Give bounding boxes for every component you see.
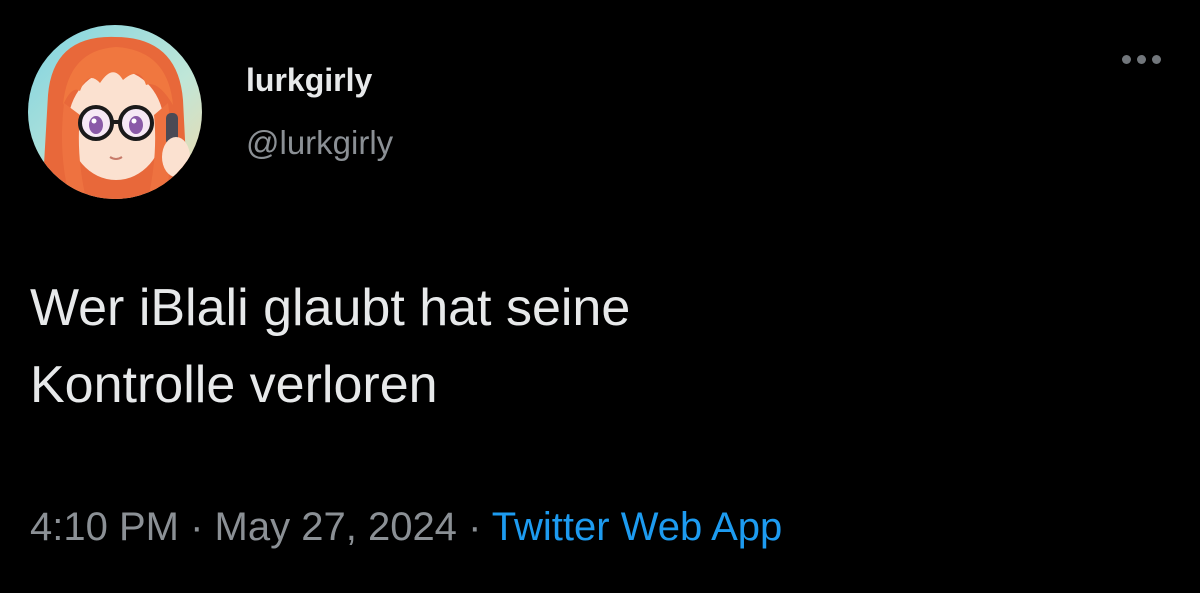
tweet-text: Wer iBlali glaubt hat seine Kontrolle ve… bbox=[30, 270, 1130, 424]
more-options-button[interactable] bbox=[1116, 44, 1166, 74]
tweet-text-line: Wer iBlali glaubt hat seine bbox=[30, 279, 631, 337]
tweet-time[interactable]: 4:10 PM bbox=[30, 505, 179, 549]
meta-separator: · bbox=[468, 505, 482, 549]
tweet: lurkgirly @lurkgirly Wer iBlali glaubt h… bbox=[0, 0, 1200, 593]
avatar[interactable] bbox=[28, 25, 202, 199]
tweet-date[interactable]: May 27, 2024 bbox=[215, 505, 457, 549]
tweet-text-line: Kontrolle verloren bbox=[30, 356, 438, 414]
tweet-metadata: 4:10 PM · May 27, 2024 · Twitter Web App bbox=[30, 502, 782, 552]
more-horizontal-icon bbox=[1122, 55, 1131, 64]
more-horizontal-icon bbox=[1152, 55, 1161, 64]
anime-girl-avatar-icon bbox=[28, 25, 202, 199]
tweet-source-link[interactable]: Twitter Web App bbox=[492, 505, 783, 549]
display-name[interactable]: lurkgirly bbox=[246, 60, 372, 100]
more-horizontal-icon bbox=[1137, 55, 1146, 64]
meta-separator: · bbox=[190, 505, 204, 549]
user-handle[interactable]: @lurkgirly bbox=[246, 123, 393, 163]
